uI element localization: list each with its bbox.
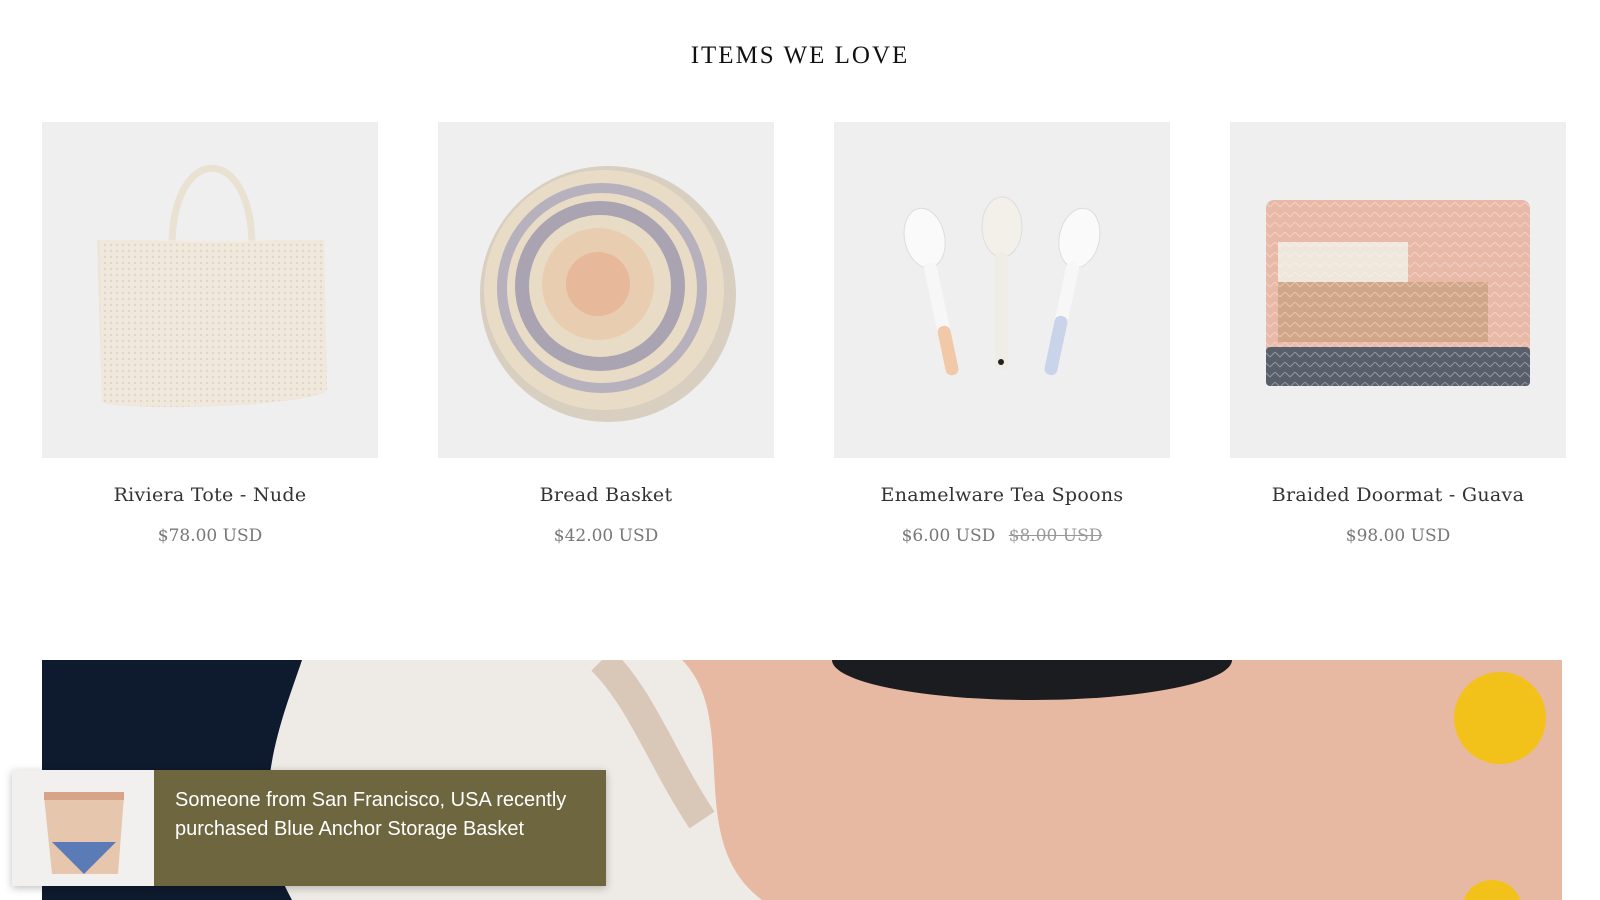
product-image-basket[interactable] [438, 122, 774, 458]
product-name[interactable]: Braided Doormat - Guava [1200, 484, 1596, 506]
product-card-riviera-tote[interactable]: Riviera Tote - Nude $78.00 USD [42, 122, 378, 562]
product-name[interactable]: Riviera Tote - Nude [12, 484, 408, 506]
product-price: $98.00 USD [1345, 526, 1451, 546]
product-compare-price: $8.00 USD [1008, 526, 1103, 546]
product-name[interactable]: Enamelware Tea Spoons [804, 484, 1200, 506]
product-card-braided-doormat[interactable]: Braided Doormat - Guava $98.00 USD [1230, 122, 1566, 562]
product-card-tea-spoons[interactable]: Enamelware Tea Spoons $6.00 USD $8.00 US… [834, 122, 1170, 562]
product-image-doormat[interactable] [1230, 122, 1566, 458]
product-price-line: $78.00 USD [12, 526, 408, 546]
product-image-tote[interactable] [42, 122, 378, 458]
toast-message-line2: purchased Blue Anchor Storage Basket [175, 818, 525, 840]
product-grid: Riviera Tote - Nude $78.00 USD Bread Bas… [42, 122, 1566, 562]
product-price: $78.00 USD [157, 526, 263, 546]
product-price-line: $42.00 USD [408, 526, 804, 546]
toast-product-image [12, 770, 154, 886]
recent-purchase-toast[interactable]: Someone from San Francisco, USA recently… [12, 770, 606, 886]
product-price-line: $98.00 USD [1200, 526, 1596, 546]
section-title: ITEMS WE LOVE [690, 42, 910, 69]
toast-message-line1: Someone from San Francisco, USA recently [175, 789, 567, 811]
product-name[interactable]: Bread Basket [408, 484, 804, 506]
product-card-bread-basket[interactable]: Bread Basket $42.00 USD [438, 122, 774, 562]
product-price: $6.00 USD [901, 526, 996, 546]
product-price: $42.00 USD [553, 526, 659, 546]
product-image-spoons[interactable] [834, 122, 1170, 458]
product-price-line: $6.00 USD $8.00 USD [804, 526, 1200, 546]
toast-message: Someone from San Francisco, USA recently… [175, 786, 595, 844]
